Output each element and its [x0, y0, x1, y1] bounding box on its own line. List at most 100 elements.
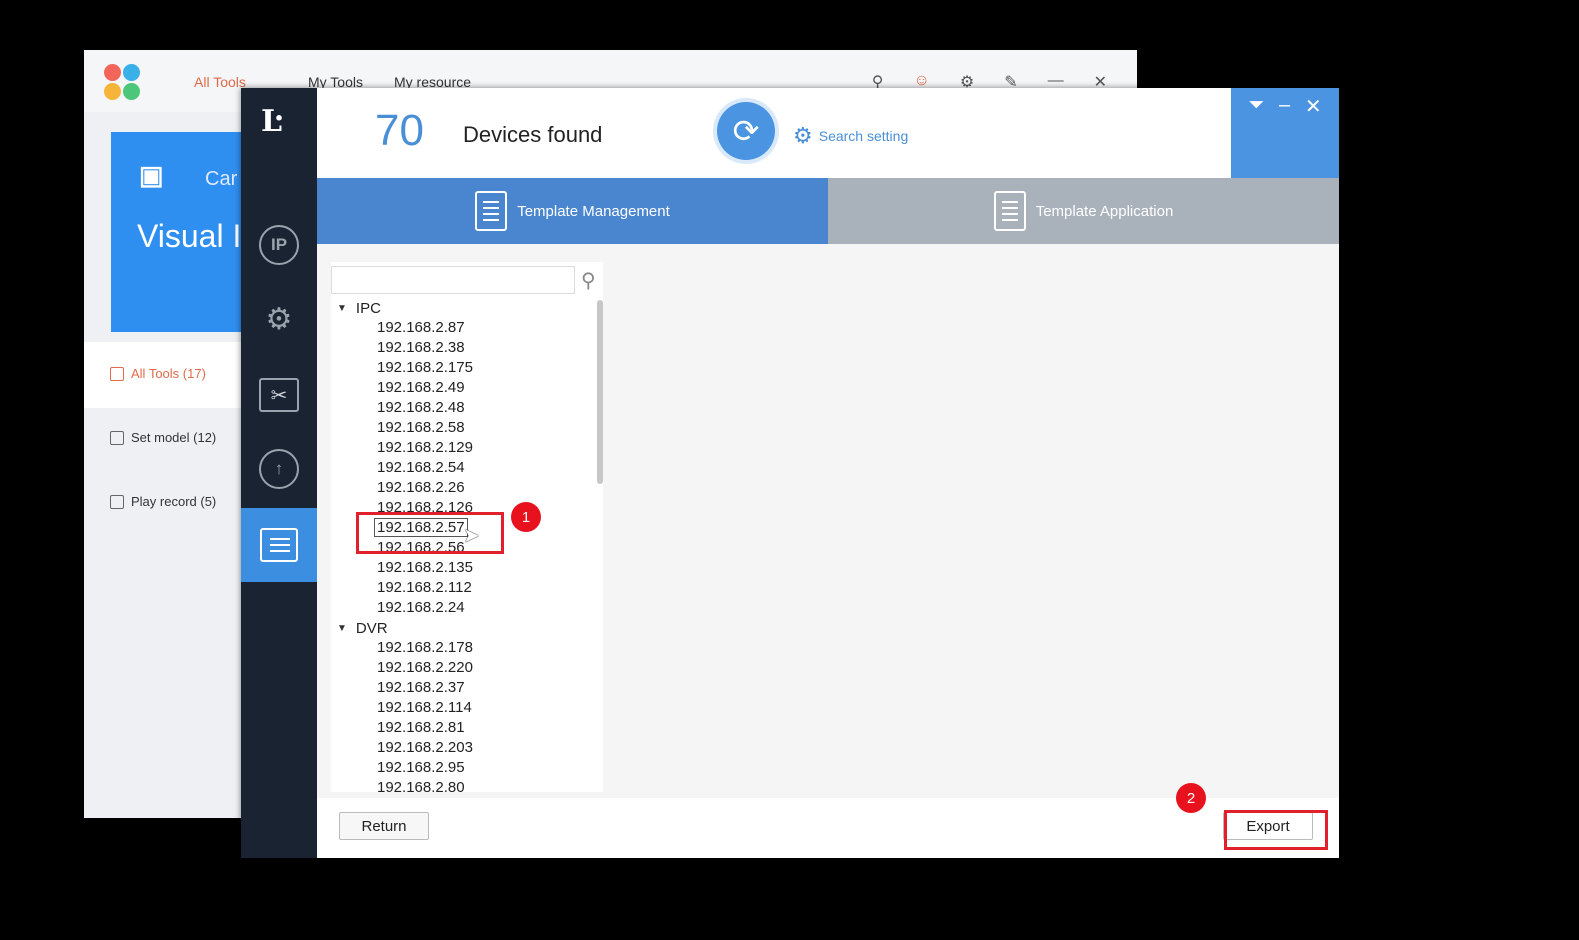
- ip-icon: IP: [259, 225, 299, 265]
- mouse-cursor-icon: ➤: [463, 525, 480, 547]
- tree-device-item[interactable]: 192.168.2.175: [331, 358, 593, 378]
- tree-device-item[interactable]: 192.168.2.54: [331, 458, 593, 478]
- device-ip-label: 192.168.2.129: [377, 439, 473, 456]
- sidebar-item-label: All Tools (17): [131, 366, 206, 381]
- tree-device-item[interactable]: 192.168.2.49: [331, 378, 593, 398]
- device-ip-label: 192.168.2.38: [377, 339, 465, 356]
- tree-device-item[interactable]: 192.168.2.80: [331, 778, 593, 792]
- device-ip-label: 192.168.2.26: [377, 479, 465, 496]
- window-controls: ⏷ – ✕: [1231, 88, 1339, 178]
- grid-icon: [110, 366, 124, 381]
- tree-device-item[interactable]: 192.168.2.95: [331, 758, 593, 778]
- sidebar-item-play-record[interactable]: Play record (5): [110, 494, 216, 509]
- tree-group-label: IPC: [355, 299, 381, 317]
- tab-label: Template Application: [1035, 202, 1174, 220]
- tree-device-item[interactable]: 192.168.2.58: [331, 418, 593, 438]
- devices-found-label: Devices found: [463, 122, 603, 147]
- tree-group-ipc[interactable]: ▼ IPC: [331, 298, 593, 318]
- step1-badge: 1: [511, 502, 541, 532]
- app-logo-icon: [104, 64, 142, 102]
- sliders-icon: [110, 430, 124, 445]
- tree-device-item[interactable]: 192.168.2.203: [331, 738, 593, 758]
- search-setting-link[interactable]: ⚙ Search setting: [793, 123, 908, 149]
- device-ip-label: 192.168.2.58: [377, 419, 465, 436]
- header: 70 Devices found ⟳ ⚙ Search setting ⏷ – …: [317, 88, 1339, 178]
- device-ip-label: 192.168.2.49: [377, 379, 465, 396]
- sidebar-item-label: Set model (12): [131, 430, 217, 445]
- sidebar-item-all-tools[interactable]: All Tools (17): [110, 366, 206, 381]
- rail-camera-settings-button[interactable]: ⚙: [241, 282, 317, 356]
- tree-device-item[interactable]: 192.168.2.38: [331, 338, 593, 358]
- device-ip-label: 192.168.2.135: [377, 559, 473, 576]
- device-ip-label: 192.168.2.54: [377, 459, 465, 476]
- device-ip-label: 192.168.2.112: [377, 579, 472, 596]
- expand-triangle-icon[interactable]: ▼: [337, 623, 347, 634]
- return-button[interactable]: Return: [339, 812, 429, 840]
- tools-icon: ✂: [259, 378, 299, 412]
- sidebar-item-set-model[interactable]: Set model (12): [110, 430, 216, 445]
- upload-icon: ↑: [259, 449, 299, 489]
- tree-device-item[interactable]: 192.168.2.178: [331, 638, 593, 658]
- play-icon: [110, 494, 124, 509]
- device-ip-label: 192.168.2.48: [377, 399, 465, 416]
- refresh-icon: ⟳: [732, 113, 760, 149]
- rail-template-button[interactable]: [241, 508, 317, 582]
- device-ip-label: 192.168.2.114: [377, 699, 472, 716]
- brand-logo-icon: Ŀ: [261, 104, 283, 139]
- device-ip-label: 192.168.2.178: [377, 639, 473, 656]
- tree-scrollbar[interactable]: [597, 300, 603, 484]
- device-tool-window: Ŀ IP ⚙ ✂ ↑ 70 Devices found ⟳ ⚙ Search s…: [241, 88, 1339, 858]
- tree-device-item[interactable]: 192.168.2.114: [331, 698, 593, 718]
- template-icon: [260, 528, 298, 562]
- device-ip-label: 192.168.2.203: [377, 739, 473, 756]
- dropdown-menu-icon[interactable]: ⏷: [1248, 94, 1264, 117]
- tree-device-item[interactable]: 192.168.2.135: [331, 558, 593, 578]
- tree-device-item[interactable]: 192.168.2.24: [331, 598, 593, 618]
- banner-subtitle: Car: [205, 168, 238, 190]
- sidebar-item-label: Play record (5): [131, 494, 217, 509]
- step1-highlight-box: [356, 512, 504, 554]
- left-rail: Ŀ IP ⚙ ✂ ↑: [241, 88, 317, 858]
- template-management-icon: [475, 191, 508, 231]
- device-ip-label: 192.168.2.220: [377, 659, 473, 676]
- tab-template-application[interactable]: Template Application: [828, 178, 1339, 244]
- device-search-input[interactable]: [331, 266, 575, 294]
- tab-template-management[interactable]: Template Management: [317, 178, 828, 244]
- tree-device-item[interactable]: 192.168.2.87: [331, 318, 593, 338]
- device-ip-label: 192.168.2.95: [377, 759, 465, 776]
- step2-highlight-box: [1224, 810, 1328, 850]
- tree-group-label: DVR: [355, 619, 388, 637]
- device-ip-label: 192.168.2.24: [377, 599, 465, 616]
- device-ip-label: 192.168.2.81: [377, 719, 465, 736]
- tab-bar: Template Management Template Application: [317, 178, 1339, 244]
- nav-all-tools[interactable]: All Tools: [194, 74, 246, 90]
- close-icon[interactable]: ✕: [1305, 94, 1322, 119]
- device-ip-label: 192.168.2.80: [377, 779, 465, 792]
- expand-triangle-icon[interactable]: ▼: [337, 303, 347, 314]
- tree-device-item[interactable]: 192.168.2.37: [331, 678, 593, 698]
- tree-device-item[interactable]: 192.168.2.81: [331, 718, 593, 738]
- tree-device-item[interactable]: 192.168.2.26: [331, 478, 593, 498]
- rail-upgrade-button[interactable]: ↑: [241, 432, 317, 506]
- step2-badge: 2: [1176, 783, 1206, 813]
- camera-settings-icon: ⚙: [265, 302, 293, 336]
- device-ip-label: 192.168.2.87: [377, 319, 465, 336]
- device-ip-label: 192.168.2.175: [377, 359, 473, 376]
- search-setting-label: Search setting: [818, 128, 909, 144]
- refresh-button[interactable]: ⟳: [717, 102, 775, 160]
- camera-icon: ▣: [139, 160, 164, 190]
- tree-group-dvr[interactable]: ▼ DVR: [331, 618, 593, 638]
- tree-device-item[interactable]: 192.168.2.129: [331, 438, 593, 458]
- gear-icon: ⚙: [793, 123, 813, 148]
- device-ip-label: 192.168.2.37: [377, 679, 465, 696]
- search-icon[interactable]: ⚲: [581, 268, 596, 293]
- rail-tools-button[interactable]: ✂: [241, 358, 317, 432]
- rail-ip-config-button[interactable]: IP: [241, 208, 317, 282]
- minimize-icon[interactable]: –: [1279, 94, 1290, 117]
- tree-device-item[interactable]: 192.168.2.48: [331, 398, 593, 418]
- tab-label: Template Management: [517, 202, 670, 220]
- tree-device-item[interactable]: 192.168.2.220: [331, 658, 593, 678]
- device-count: 70: [375, 106, 424, 155]
- tree-device-item[interactable]: 192.168.2.112: [331, 578, 593, 598]
- template-application-icon: [993, 191, 1026, 231]
